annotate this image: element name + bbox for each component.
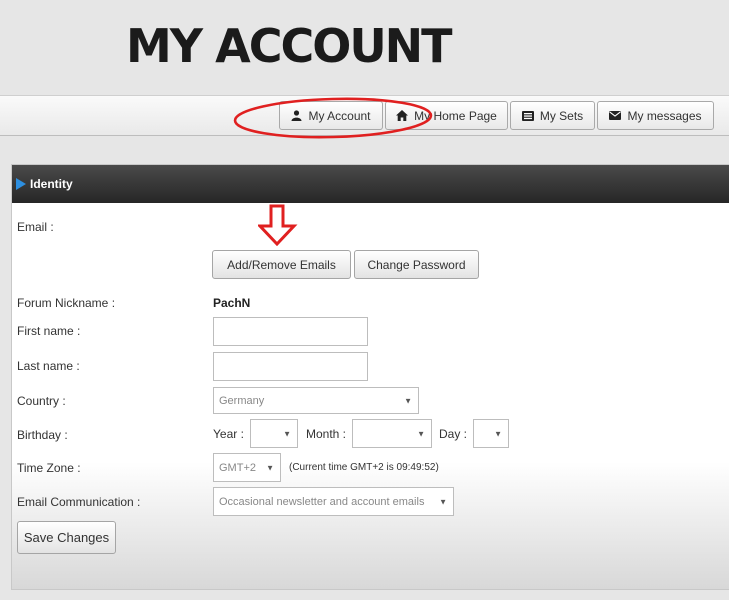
first-name-input[interactable] [213,317,368,346]
panel-title: Identity [30,177,73,191]
day-label: Day : [439,427,468,441]
down-arrow-annotation-icon [258,204,298,246]
page-title: MY ACCOUNT [126,19,453,73]
year-select[interactable]: ▼ [250,419,298,448]
forum-nickname-label: Forum Nickname : [17,296,116,310]
birthday-label: Birthday : [17,428,68,442]
list-icon [521,110,534,121]
first-name-label: First name : [17,324,81,338]
day-select[interactable]: ▼ [473,419,509,448]
time-zone-label: Time Zone : [17,461,81,475]
nav-my-account-button[interactable]: My Account [279,101,383,130]
year-label: Year : [213,427,244,441]
last-name-label: Last name : [17,359,80,373]
top-nav-bar: My Account My Home Page My Sets My messa… [0,95,729,136]
triangle-icon [16,178,26,190]
identity-panel-header: Identity [12,165,729,203]
nav-my-sets-button[interactable]: My Sets [510,101,595,130]
email-communication-select-value: Occasional newsletter and account emails [219,495,425,508]
save-changes-button[interactable]: Save Changes [17,521,116,554]
identity-panel: Identity [11,164,729,590]
time-zone-select[interactable]: GMT+2 ▼ [213,453,281,482]
nav-my-account-label: My Account [308,108,371,123]
email-label: Email : [17,220,54,234]
add-remove-emails-button[interactable]: Add/Remove Emails [212,250,351,279]
forum-nickname-value: PachN [213,296,251,310]
nav-my-messages-label: My messages [627,108,702,123]
chevron-down-icon: ▼ [439,497,447,506]
chevron-down-icon: ▼ [404,396,412,405]
country-select[interactable]: Germany ▼ [213,387,419,414]
month-label: Month : [306,427,347,441]
chevron-down-icon: ▼ [417,429,425,438]
user-icon [291,110,302,121]
chevron-down-icon: ▼ [266,463,274,472]
nav-my-messages-button[interactable]: My messages [597,101,714,130]
nav-my-sets-label: My Sets [539,108,584,123]
nav-my-home-page-button[interactable]: My Home Page [385,101,508,130]
chevron-down-icon: ▼ [494,429,502,438]
month-select[interactable]: ▼ [352,419,432,448]
home-icon [396,110,409,121]
nav-my-home-page-label: My Home Page [414,108,497,123]
change-password-button[interactable]: Change Password [354,250,479,279]
country-select-value: Germany [219,394,265,407]
country-label: Country : [17,394,66,408]
email-communication-select[interactable]: Occasional newsletter and account emails… [213,487,454,516]
time-zone-select-value: GMT+2 [219,461,256,474]
chevron-down-icon: ▼ [283,429,291,438]
email-communication-label: Email Communication : [17,495,141,509]
last-name-input[interactable] [213,352,368,381]
envelope-icon [609,111,622,120]
current-time-note: (Current time GMT+2 is 09:49:52) [289,462,439,473]
